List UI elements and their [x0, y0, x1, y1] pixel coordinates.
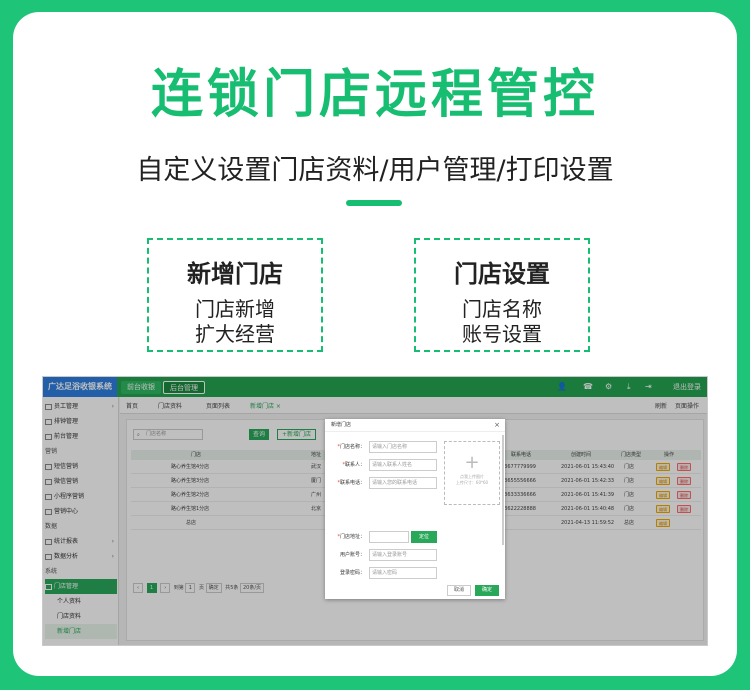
field-label-contact: *联系人： [342, 462, 365, 468]
field-label-address: *门店地址： [337, 534, 365, 540]
feature-line: 账号设置 [462, 322, 542, 346]
confirm-button[interactable]: 确定 [475, 585, 499, 596]
feature-line: 门店名称 [462, 297, 542, 321]
contact-input[interactable]: 请输入联系人姓名 [369, 459, 437, 471]
plus-icon: + [464, 452, 480, 473]
feature-title: 新增门店 [187, 260, 283, 288]
accent-divider [346, 200, 402, 206]
app-screenshot: 广达足浴收银系统 前台收银 后台管理 👤 ☎ ⚙ ⤓ ⇥ 退出登录 员工管理 › … [42, 376, 708, 646]
field-label-account: 用户账号： [339, 552, 365, 558]
hero-title: 连锁门店远程管控 [150, 65, 599, 125]
field-label-phone: *联系电话： [337, 480, 365, 486]
account-input[interactable]: 请输入登录账号 [369, 549, 437, 561]
close-icon[interactable]: × [494, 419, 500, 432]
password-input[interactable]: 请输入密码 [369, 567, 437, 579]
add-store-dialog: 新增门店 × *门店名称： 请输入门店名称 *联系人： 请输入联系人姓名 *联系… [325, 419, 505, 599]
address-input[interactable] [369, 531, 409, 543]
field-label-store-name: *门店名称： [337, 444, 365, 450]
hero-subtitle: 自定义设置门店资料/用户管理/打印设置 [136, 155, 614, 186]
cancel-button[interactable]: 取消 [447, 585, 471, 596]
scrollbar[interactable] [502, 435, 504, 545]
feature-line: 扩大经营 [195, 322, 275, 346]
feature-title: 门店设置 [454, 260, 550, 288]
dialog-title: 新增门店 [325, 419, 505, 432]
feature-line: 门店新增 [195, 297, 275, 321]
phone-input[interactable]: 请输入您的联系电话 [369, 477, 437, 489]
image-upload[interactable]: + 点我上传图片 上传尺寸：60*60 [444, 441, 500, 505]
locate-button[interactable]: 定位 [411, 531, 437, 543]
store-name-input[interactable]: 请输入门店名称 [369, 441, 437, 453]
feature-box-add-store: 新增门店 门店新增 扩大经营 [147, 238, 323, 352]
feature-box-store-settings: 门店设置 门店名称 账号设置 [414, 238, 590, 352]
field-label-password: 登录密码： [339, 570, 365, 576]
upload-size: 上传尺寸：60*60 [455, 480, 489, 485]
